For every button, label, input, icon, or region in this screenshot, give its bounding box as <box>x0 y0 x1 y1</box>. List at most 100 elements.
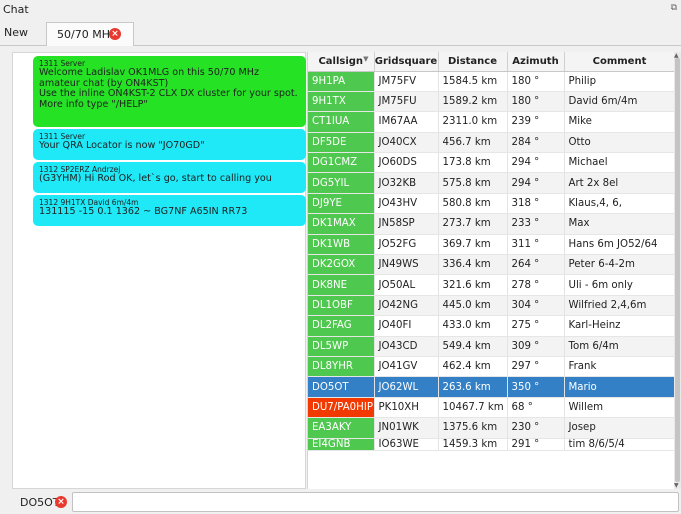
table-row[interactable]: DK8NE JO50AL 321.6 km 278 ° Uli - 6m only <box>308 274 676 296</box>
message-input-bar: DO5OT × <box>0 490 681 514</box>
cell-gridsquare: JO40CX <box>374 132 439 154</box>
scrollbar-thumb[interactable] <box>675 58 680 482</box>
cell-callsign: EA3AKY <box>308 417 375 439</box>
window-title: Chat <box>3 3 29 16</box>
cell-comment: Art 2x 8el <box>564 172 676 194</box>
cell-azimuth: 233 ° <box>507 213 565 235</box>
table-row[interactable]: DL2FAG JO40FI 433.0 km 275 ° Karl-Heinz <box>308 315 676 337</box>
cell-comment: Wilfried 2,4,6m <box>564 295 676 317</box>
table-row[interactable]: EI4GNB IO63WE 1459.3 km 291 ° tim 8/6/5/4 <box>308 438 676 451</box>
cell-azimuth: 350 ° <box>507 376 565 398</box>
table-row[interactable]: DL5WP JO43CD 549.4 km 309 ° Tom 6/4m <box>308 336 676 357</box>
column-header-azimuth[interactable]: Azimuth <box>507 52 565 72</box>
cell-callsign: DO5OT <box>308 376 375 398</box>
cell-gridsquare: JO32KB <box>374 172 439 194</box>
table-row[interactable]: EA3AKY JN01WK 1375.6 km 230 ° Josep <box>308 417 676 439</box>
message-body: Your QRA Locator is now "JO70GD" <box>39 140 205 151</box>
message-input[interactable] <box>72 492 679 512</box>
cell-callsign: DK2GOX <box>308 254 375 276</box>
cell-callsign: DL5WP <box>308 336 375 357</box>
cell-distance: 336.4 km <box>438 254 508 276</box>
cell-callsign: DL1OBF <box>308 295 375 317</box>
callsign-table-pane[interactable]: Callsign ▼ Gridsquare Distance Azimuth Co… <box>307 52 681 489</box>
tab-label: 50/70 MHz <box>57 28 116 41</box>
clear-recipient-icon[interactable]: × <box>55 496 67 508</box>
table-row[interactable]: DG5YIL JO32KB 575.8 km 294 ° Art 2x 8el <box>308 172 676 194</box>
cell-callsign: EI4GNB <box>308 438 375 451</box>
cell-azimuth: 311 ° <box>507 234 565 256</box>
cell-comment: tim 8/6/5/4 <box>564 438 676 451</box>
callsign-table: Callsign ▼ Gridsquare Distance Azimuth Co… <box>308 52 676 451</box>
cell-distance: 173.8 km <box>438 152 508 174</box>
table-row[interactable]: DF5DE JO40CX 456.7 km 284 ° Otto <box>308 132 676 154</box>
cell-distance: 369.7 km <box>438 234 508 256</box>
cell-distance: 549.4 km <box>438 336 508 357</box>
cell-gridsquare: JN58SP <box>374 213 439 235</box>
cell-azimuth: 297 ° <box>507 356 565 378</box>
cell-comment: Otto <box>564 132 676 154</box>
cell-gridsquare: JO62WL <box>374 376 439 398</box>
cell-callsign: DL8YHR <box>308 356 375 378</box>
table-scrollbar[interactable]: ▲ ▼ <box>674 52 681 489</box>
cell-comment: Josep <box>564 417 676 439</box>
cell-azimuth: 294 ° <box>507 172 565 194</box>
cell-gridsquare: JO60DS <box>374 152 439 174</box>
cell-distance: 445.0 km <box>438 295 508 317</box>
table-row[interactable]: DU7/PA0HIP PK10XH 10467.7 km 68 ° Willem <box>308 397 676 419</box>
cell-distance: 1375.6 km <box>438 417 508 439</box>
cell-callsign: DK8NE <box>308 274 375 296</box>
cell-comment: Michael <box>564 152 676 174</box>
table-row[interactable]: DL1OBF JO42NG 445.0 km 304 ° Wilfried 2,4,6m <box>308 295 676 317</box>
cell-distance: 273.7 km <box>438 213 508 235</box>
cell-azimuth: 284 ° <box>507 132 565 154</box>
cell-azimuth: 230 ° <box>507 417 565 439</box>
table-row[interactable]: DJ9YE JO43HV 580.8 km 318 ° Klaus,4, 6, <box>308 193 676 215</box>
cell-azimuth: 304 ° <box>507 295 565 317</box>
cell-gridsquare: JM75FV <box>374 71 439 92</box>
cell-distance: 2311.0 km <box>438 111 508 133</box>
table-row[interactable]: DK1WB JO52FG 369.7 km 311 ° Hans 6m JO52/64 <box>308 234 676 256</box>
column-header-comment[interactable]: Comment <box>564 52 676 72</box>
chat-messages-pane[interactable]: 1311 Server Welcome Ladislav OK1MLG on t… <box>12 52 306 489</box>
table-row[interactable]: CT1IUA IM67AA 2311.0 km 239 ° Mike <box>308 111 676 133</box>
cell-distance: 1589.2 km <box>438 91 508 113</box>
close-tab-icon[interactable]: × <box>109 28 121 40</box>
column-header-gridsquare[interactable]: Gridsquare <box>374 52 439 72</box>
tab-bar: New 50/70 MHz × <box>0 20 681 46</box>
cell-distance: 263.6 km <box>438 376 508 398</box>
cell-gridsquare: JO41GV <box>374 356 439 378</box>
cell-comment: Uli - 6m only <box>564 274 676 296</box>
cell-distance: 10467.7 km <box>438 397 508 419</box>
cell-callsign: DU7/PA0HIP <box>308 397 375 419</box>
tab-50-70-mhz[interactable]: 50/70 MHz × <box>46 22 134 46</box>
cell-azimuth: 180 ° <box>507 71 565 92</box>
message-body: 131115 -15 0.1 1362 ~ BG7NF A65IN RR73 <box>39 206 248 217</box>
cell-gridsquare: IO63WE <box>374 438 439 451</box>
cell-callsign: DJ9YE <box>308 193 375 215</box>
restore-icon[interactable]: ⧉ <box>671 3 677 13</box>
table-row[interactable]: DK1MAX JN58SP 273.7 km 233 ° Max <box>308 213 676 235</box>
cell-callsign: CT1IUA <box>308 111 375 133</box>
column-header-distance[interactable]: Distance <box>438 52 508 72</box>
cell-azimuth: 275 ° <box>507 315 565 337</box>
table-row[interactable]: 9H1PA JM75FV 1584.5 km 180 ° Philip <box>308 71 676 92</box>
window-titlebar: Chat ⧉ <box>0 0 681 20</box>
table-row[interactable]: 9H1TX JM75FU 1589.2 km 180 ° David 6m/4m <box>308 91 676 113</box>
cell-comment: Frank <box>564 356 676 378</box>
column-header-callsign[interactable]: Callsign ▼ <box>308 52 375 72</box>
cell-comment: Hans 6m JO52/64 <box>564 234 676 256</box>
tab-new[interactable]: New <box>4 26 28 39</box>
cell-callsign: DG5YIL <box>308 172 375 194</box>
table-row[interactable]: DL8YHR JO41GV 462.4 km 297 ° Frank <box>308 356 676 378</box>
chat-message: 1312 SP2ERZ Andrzej (G3YHM) Hi Rod OK, l… <box>33 162 306 193</box>
cell-distance: 462.4 km <box>438 356 508 378</box>
cell-comment: Peter 6-4-2m <box>564 254 676 276</box>
table-row[interactable]: DO5OT JO62WL 263.6 km 350 ° Mario <box>308 376 676 398</box>
cell-azimuth: 180 ° <box>507 91 565 113</box>
cell-distance: 1459.3 km <box>438 438 508 451</box>
chat-message: 1311 Server Welcome Ladislav OK1MLG on t… <box>33 56 306 127</box>
table-row[interactable]: DK2GOX JN49WS 336.4 km 264 ° Peter 6-4-2m <box>308 254 676 276</box>
table-row[interactable]: DG1CMZ JO60DS 173.8 km 294 ° Michael <box>308 152 676 174</box>
scroll-down-icon[interactable]: ▼ <box>674 482 679 489</box>
cell-gridsquare: JO42NG <box>374 295 439 317</box>
